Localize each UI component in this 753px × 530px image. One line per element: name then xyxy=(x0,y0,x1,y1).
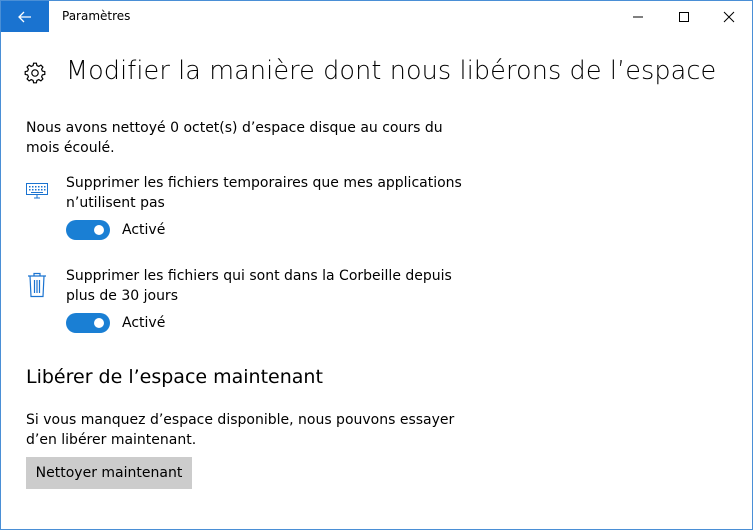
trash-icon xyxy=(28,272,46,298)
temp-files-toggle-label: Activé xyxy=(122,222,166,238)
toggle-knob xyxy=(94,318,104,328)
free-space-now-description: Si vous manquez d’espace disponible, nou… xyxy=(26,412,455,448)
close-icon xyxy=(723,11,735,22)
window-title: Paramètres xyxy=(62,9,131,23)
gear-icon xyxy=(24,62,46,84)
back-arrow-icon xyxy=(18,11,31,22)
clean-now-button[interactable]: Nettoyer maintenant xyxy=(26,457,192,489)
page-title: Modifier la manière dont nous libérons d… xyxy=(66,56,717,86)
title-bar: Paramètres xyxy=(1,1,752,32)
keyboard-icon xyxy=(26,183,48,199)
minimize-icon xyxy=(633,16,643,17)
maximize-icon xyxy=(679,11,689,22)
recycle-bin-toggle-label: Activé xyxy=(122,315,166,331)
settings-window: Paramètres Modifier la manière dont nous… xyxy=(0,0,753,530)
temp-files-toggle-row: Activé xyxy=(66,220,165,240)
minimize-button[interactable] xyxy=(615,1,661,32)
free-space-now-heading: Libérer de l’espace maintenant xyxy=(26,366,323,388)
recycle-bin-option-text: Supprimer les fichiers qui sont dans la … xyxy=(66,268,452,304)
maximize-button[interactable] xyxy=(661,1,707,32)
recycle-bin-toggle-row: Activé xyxy=(66,313,165,333)
temp-files-toggle[interactable] xyxy=(66,220,110,240)
back-button[interactable] xyxy=(1,1,49,32)
recycle-bin-toggle[interactable] xyxy=(66,313,110,333)
toggle-knob xyxy=(94,225,104,235)
close-button[interactable] xyxy=(706,1,752,32)
temp-files-option-text: Supprimer les fichiers temporaires que m… xyxy=(66,175,462,211)
intro-text: Nous avons nettoyé 0 octet(s) d’espace d… xyxy=(26,120,443,156)
